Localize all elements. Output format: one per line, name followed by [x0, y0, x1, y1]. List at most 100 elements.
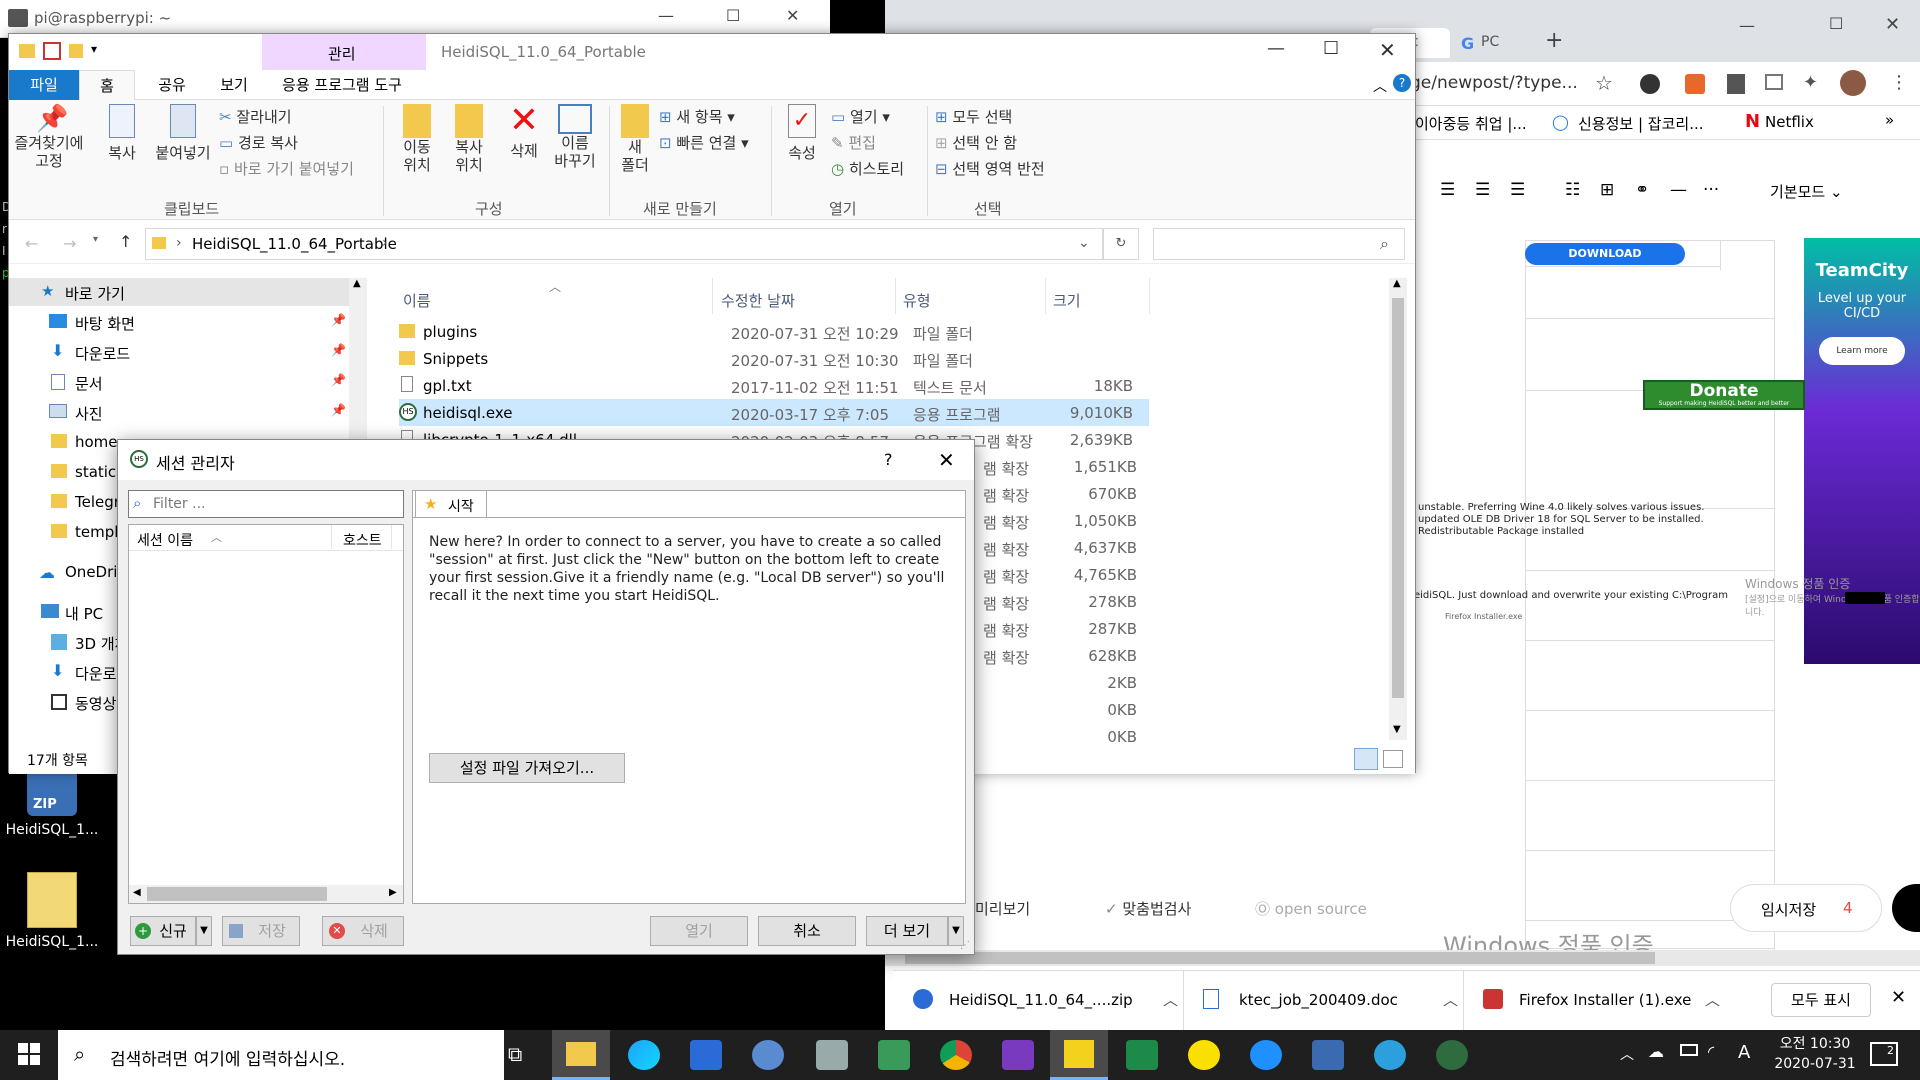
wifi-icon[interactable]: ◜ — [1708, 1042, 1714, 1061]
maximize-icon[interactable]: ☐ — [1829, 14, 1843, 33]
chevron-down-icon[interactable]: ⌄ — [1078, 235, 1090, 251]
extension-icon[interactable] — [1640, 74, 1660, 94]
extension-icon[interactable] — [1727, 74, 1745, 94]
cut-button[interactable]: ✂ 잘라내기 — [219, 106, 292, 127]
delete-session-button[interactable]: ✕ 삭제 — [322, 916, 404, 946]
history-button[interactable]: ◷ 히스토리 — [831, 158, 904, 179]
filter-input[interactable]: ⌕ Filter ... — [128, 490, 404, 518]
column-host[interactable]: 호스트 — [343, 530, 382, 550]
taskbar-search[interactable]: ⌕ 검색하려면 여기에 입력하십시오. — [58, 1030, 504, 1080]
import-settings-button[interactable]: 설정 파일 가져오기... — [429, 753, 625, 783]
column-size[interactable]: 크기 — [1053, 290, 1081, 311]
nav-item-quick-access[interactable]: ★ 바로 가기 — [9, 278, 349, 306]
rename-button[interactable]: 이름 바꾸기 — [545, 104, 605, 170]
copy-button[interactable]: 복사 — [97, 104, 147, 163]
internet-explorer-icon[interactable] — [1250, 1040, 1282, 1070]
invert-selection-button[interactable]: ⊟ 선택 영역 반전 — [935, 158, 1045, 179]
browser-tab[interactable]: G PC — [1455, 28, 1525, 58]
excel-icon[interactable] — [1126, 1040, 1158, 1070]
move-to-button[interactable]: 이동 위치 — [389, 104, 445, 174]
divider-icon[interactable]: — — [1670, 180, 1687, 200]
minimize-icon[interactable]: — — [658, 6, 674, 25]
easy-access-button[interactable]: ⊡ 빠른 연결 ▾ — [659, 132, 749, 153]
align-right-icon[interactable]: ☰ — [1475, 180, 1490, 200]
kakaotalk-icon[interactable] — [1188, 1040, 1220, 1070]
telegram-icon[interactable] — [1374, 1040, 1406, 1070]
maximize-icon[interactable]: ☐ — [1323, 38, 1339, 59]
donate-button[interactable]: Donate Support making HeidiSQL better an… — [1643, 380, 1805, 410]
battery-icon[interactable] — [1680, 1044, 1698, 1056]
nav-item-pictures[interactable]: 사진 📌 — [9, 398, 349, 426]
save-session-button[interactable]: 저장 — [222, 916, 300, 946]
horizontal-scrollbar[interactable] — [885, 950, 1920, 966]
table-row[interactable]: HS heidisql.exe 2020-03-17 오후 7:05 응용 프로… — [399, 399, 1149, 426]
minimize-icon[interactable]: — — [1267, 38, 1285, 59]
tab-start[interactable]: ★ 시작 — [415, 490, 487, 518]
avatar[interactable] — [1840, 70, 1866, 96]
new-folder-icon[interactable] — [69, 44, 83, 58]
download-ad-button[interactable]: DOWNLOAD — [1525, 243, 1685, 265]
details-view-icon[interactable] — [1354, 748, 1378, 770]
tab-share[interactable]: 공유 — [147, 70, 197, 100]
table-row[interactable]: gpl.txt 2017-11-02 오전 11:51 텍스트 문서 18KB — [399, 372, 1149, 399]
bookmark-item[interactable]: 신용정보 | 잡코리... — [1578, 113, 1704, 134]
delete-button[interactable]: ✕ 삭제 — [499, 103, 549, 161]
tab-home[interactable]: 홈 — [79, 70, 135, 101]
preview-button[interactable]: 미리보기 — [975, 898, 1030, 919]
tab-view[interactable]: 보기 — [209, 70, 259, 100]
search-input[interactable]: ⌕ — [1153, 228, 1405, 260]
clock[interactable]: 오전 10:30 2020-07-31 — [1770, 1034, 1860, 1076]
copy-path-button[interactable]: ▭ 경로 복사 — [219, 132, 298, 153]
snipping-icon[interactable] — [878, 1040, 910, 1070]
tab-app-tools[interactable]: 응용 프로그램 도구 — [267, 70, 417, 100]
column-name[interactable]: 이름 — [403, 290, 431, 311]
help-icon[interactable]: ? — [884, 450, 893, 469]
explorer-titlebar[interactable]: ▾ 관리 HeidiSQL_11.0_64_Portable — ☐ ✕ — [9, 34, 1415, 70]
language-indicator[interactable]: A — [1738, 1042, 1750, 1063]
manage-context-tab[interactable]: 관리 — [262, 34, 426, 70]
taskbar-sticky-notes[interactable] — [1050, 1030, 1108, 1080]
chevron-right-icon[interactable]: » — [1885, 111, 1894, 129]
new-tab-icon[interactable]: + — [1545, 28, 1563, 53]
visual-studio-icon[interactable] — [1002, 1040, 1034, 1070]
address-input[interactable]: › HeidiSQL_11.0_64_Portable › ⌄ — [145, 228, 1103, 260]
link-icon[interactable]: ⚭ — [1635, 180, 1649, 200]
inline-download-item[interactable]: Firefox Installer.exe — [1445, 612, 1522, 621]
more-button[interactable]: 더 보기 — [866, 916, 948, 946]
properties-button[interactable]: ✓ 속성 — [777, 104, 827, 163]
column-date[interactable]: 수정한 날짜 — [721, 290, 795, 311]
session-list-hscroll[interactable]: ◀ ▶ — [129, 885, 403, 903]
select-none-button[interactable]: ⊞ 선택 안 함 — [935, 132, 1017, 153]
bookmark-item[interactable]: 이아중등 취업 |... — [1415, 113, 1527, 134]
cast-icon[interactable] — [1765, 74, 1783, 90]
open-button[interactable]: 열기 — [650, 916, 748, 946]
network-icon[interactable] — [1312, 1040, 1344, 1070]
back-icon[interactable]: ← — [25, 234, 38, 253]
up-icon[interactable]: ↑ — [119, 232, 132, 251]
close-icon[interactable]: ✕ — [1379, 38, 1396, 62]
dialog-titlebar[interactable]: HS 세션 관리자 ? ✕ — [118, 440, 974, 480]
task-view-icon[interactable]: ⧉ — [508, 1042, 522, 1066]
edit-button[interactable]: ✎ 편집 — [831, 132, 876, 153]
forward-icon[interactable]: → — [63, 234, 76, 253]
resize-grip-icon[interactable]: ⋰ — [960, 940, 970, 951]
download-item[interactable]: HeidiSQL_11.0_64_....zip ︿ — [913, 987, 1178, 1017]
spellcheck-button[interactable]: ✓ 맞춤법검사 — [1105, 898, 1191, 919]
download-item[interactable]: ktec_job_200409.doc ︿ — [1203, 987, 1458, 1017]
extension-icon[interactable] — [1685, 74, 1705, 94]
windows-start-icon[interactable] — [18, 1043, 40, 1065]
chevron-down-icon[interactable]: ▾ — [91, 42, 97, 56]
new-item-button[interactable]: ⊞ 새 항목 ▾ — [659, 106, 735, 127]
url-bar[interactable]: ge/newpost/?type... — [1410, 73, 1578, 93]
new-session-dropdown[interactable]: ▼ — [196, 916, 212, 946]
help-icon[interactable]: ? — [1393, 74, 1411, 92]
large-icons-view-icon[interactable] — [1383, 750, 1403, 768]
column-session-name[interactable]: 세션 이름 — [137, 530, 193, 550]
open-button[interactable]: ▭ 열기 ▾ — [831, 106, 890, 127]
close-icon[interactable]: ✕ — [786, 6, 799, 25]
download-item[interactable]: Firefox Installer (1).exe ︿ — [1483, 987, 1723, 1017]
breadcrumb[interactable]: HeidiSQL_11.0_64_Portable — [192, 235, 397, 253]
desktop-icon-heidisql-folder[interactable]: HeidiSQL_1... — [2, 872, 102, 950]
column-type[interactable]: 유형 — [903, 290, 931, 311]
minimize-icon[interactable]: — — [1739, 16, 1755, 35]
